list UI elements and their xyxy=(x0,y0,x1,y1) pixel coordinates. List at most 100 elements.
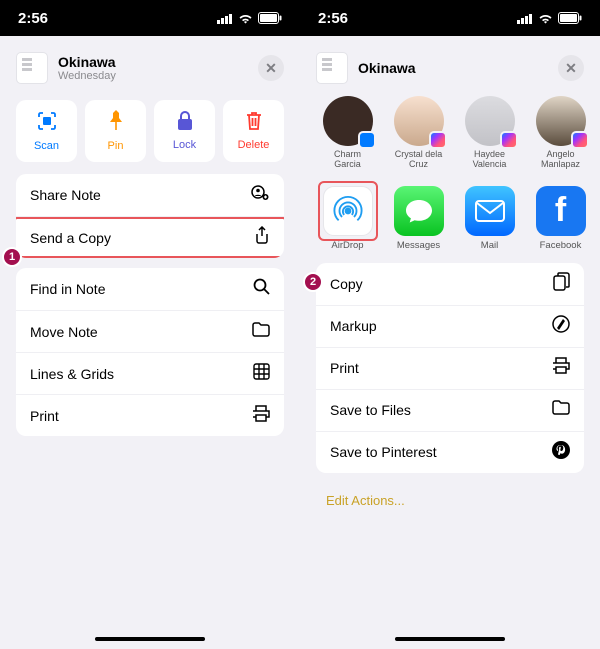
note-thumbnail xyxy=(316,52,348,84)
messenger-badge-icon xyxy=(429,131,447,149)
close-button[interactable]: ✕ xyxy=(258,55,284,81)
pin-label: Pin xyxy=(108,140,124,152)
copy-icon xyxy=(553,272,570,296)
print-label: Print xyxy=(30,408,59,424)
facebook-icon: f xyxy=(536,186,586,236)
contact-name: Angelo Manlapaz xyxy=(533,150,588,170)
close-button[interactable]: ✕ xyxy=(558,55,584,81)
save-to-pinterest-row[interactable]: Save to Pinterest xyxy=(316,431,584,473)
note-action-sheet: Okinawa Wednesday ✕ Scan Pin xyxy=(6,42,294,643)
lock-label: Lock xyxy=(173,139,196,151)
move-label: Move Note xyxy=(30,324,98,340)
phone-right: 2:56 Okinawa ✕ Charm Garcia Crystal dela… xyxy=(300,0,600,649)
phone-left: 2:56 Okinawa Wednesday ✕ Scan xyxy=(0,0,300,649)
lock-icon xyxy=(176,111,194,135)
send-copy-label: Send a Copy xyxy=(30,230,111,246)
note-subtitle: Wednesday xyxy=(58,70,248,82)
trash-icon xyxy=(245,111,263,135)
app-airdrop[interactable]: AirDrop xyxy=(320,186,375,251)
home-indicator[interactable] xyxy=(95,637,205,641)
app-mail[interactable]: Mail xyxy=(462,186,517,251)
print-row[interactable]: Print xyxy=(16,394,284,436)
lock-button[interactable]: Lock xyxy=(154,100,215,162)
status-bar: 2:56 xyxy=(300,0,600,36)
markup-label: Markup xyxy=(330,318,377,334)
share-note-label: Share Note xyxy=(30,187,101,203)
save-to-files-row[interactable]: Save to Files xyxy=(316,389,584,431)
sheet-header: Okinawa ✕ xyxy=(306,42,594,92)
app-label: Mail xyxy=(481,240,498,251)
messages-icon xyxy=(394,186,444,236)
lines-label: Lines & Grids xyxy=(30,366,114,382)
messenger-badge-icon xyxy=(571,131,589,149)
print-row[interactable]: Print xyxy=(316,347,584,389)
copy-label: Copy xyxy=(330,276,363,292)
airdrop-contacts-row[interactable]: Charm Garcia Crystal dela Cruz Haydee Va… xyxy=(306,92,594,180)
status-time: 2:56 xyxy=(318,10,348,27)
app-label: Messages xyxy=(397,240,440,251)
markup-icon xyxy=(552,315,570,338)
lines-grids-row[interactable]: Lines & Grids xyxy=(16,352,284,394)
status-bar: 2:56 xyxy=(0,0,300,36)
home-indicator[interactable] xyxy=(395,637,505,641)
contact-name: Crystal dela Cruz xyxy=(391,150,446,170)
menu-group-1: Share Note Send a Copy xyxy=(16,174,284,258)
delete-button[interactable]: Delete xyxy=(223,100,284,162)
app-label: AirDrop xyxy=(331,240,363,251)
share-apps-row[interactable]: AirDrop Messages Mail f Facebook ⋯ Me xyxy=(306,180,594,255)
contact-name: Haydee Valencia xyxy=(462,150,517,170)
avatar xyxy=(323,96,373,146)
scan-label: Scan xyxy=(34,140,59,152)
print-label: Print xyxy=(330,360,359,376)
printer-icon xyxy=(552,357,570,379)
search-icon xyxy=(253,278,270,300)
grid-icon xyxy=(253,363,270,385)
pin-button[interactable]: Pin xyxy=(85,100,146,162)
share-note-row[interactable]: Share Note xyxy=(16,174,284,216)
contact-charm[interactable]: Charm Garcia xyxy=(320,96,375,170)
folder-icon xyxy=(552,400,570,420)
pinterest-icon xyxy=(552,441,570,464)
save-files-label: Save to Files xyxy=(330,402,411,418)
menu-group-2: Find in Note Move Note Lines & Grids Pri… xyxy=(16,268,284,436)
contact-name: Charm Garcia xyxy=(320,150,375,170)
messenger-badge-icon xyxy=(500,131,518,149)
scan-button[interactable]: Scan xyxy=(16,100,77,162)
move-note-row[interactable]: Move Note xyxy=(16,310,284,352)
contact-angelo[interactable]: Angelo Manlapaz xyxy=(533,96,588,170)
pin-icon xyxy=(107,110,125,136)
collaborate-icon xyxy=(250,184,270,207)
app-messages[interactable]: Messages xyxy=(391,186,446,251)
send-copy-row[interactable]: Send a Copy xyxy=(16,216,284,258)
mail-icon xyxy=(465,186,515,236)
avatar xyxy=(394,96,444,146)
share-icon xyxy=(254,226,270,249)
share-sheet: Okinawa ✕ Charm Garcia Crystal dela Cruz… xyxy=(306,42,594,643)
note-title: Okinawa xyxy=(58,54,248,70)
delete-label: Delete xyxy=(238,139,270,151)
folder-icon xyxy=(252,322,270,342)
markup-row[interactable]: Markup xyxy=(316,305,584,347)
status-indicators xyxy=(217,12,282,24)
copy-row[interactable]: Copy xyxy=(316,263,584,305)
find-in-note-row[interactable]: Find in Note xyxy=(16,268,284,310)
status-time: 2:56 xyxy=(18,10,48,27)
avatar xyxy=(536,96,586,146)
contact-crystal[interactable]: Crystal dela Cruz xyxy=(391,96,446,170)
quick-actions-row: Scan Pin Lock Delete xyxy=(6,92,294,174)
share-actions-menu: Copy Markup Print Save to Files xyxy=(316,263,584,473)
save-pinterest-label: Save to Pinterest xyxy=(330,444,437,460)
sheet-header: Okinawa Wednesday ✕ xyxy=(6,42,294,92)
note-thumbnail xyxy=(16,52,48,84)
avatar xyxy=(465,96,515,146)
scan-icon xyxy=(36,110,58,136)
findmy-badge-icon xyxy=(358,131,376,149)
edit-actions-button[interactable]: Edit Actions... xyxy=(306,483,594,518)
app-facebook[interactable]: f Facebook xyxy=(533,186,588,251)
step-marker-1: 1 xyxy=(2,247,22,267)
note-title: Okinawa xyxy=(358,60,548,76)
app-label: Facebook xyxy=(540,240,582,251)
find-label: Find in Note xyxy=(30,281,105,297)
step-marker-2: 2 xyxy=(303,272,323,292)
contact-haydee[interactable]: Haydee Valencia xyxy=(462,96,517,170)
